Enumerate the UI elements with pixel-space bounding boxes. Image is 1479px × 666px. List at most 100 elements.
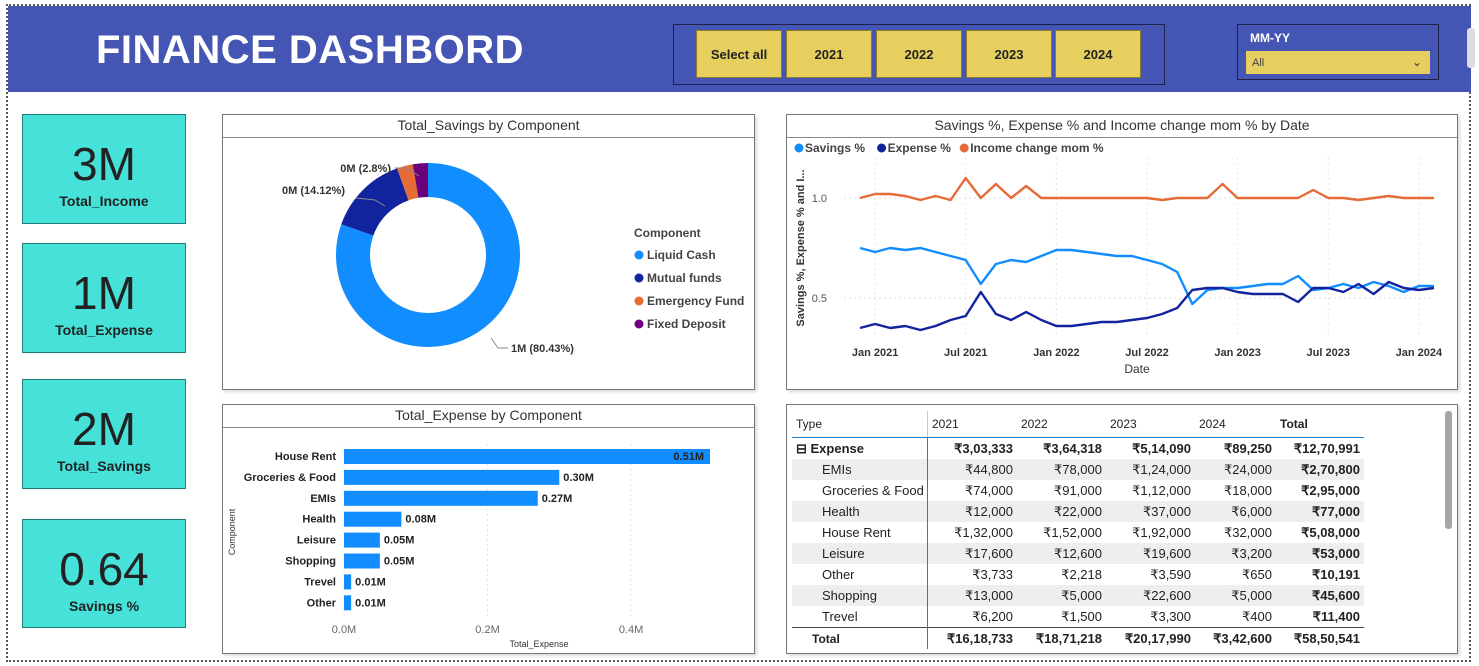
bar-category-label: Health	[302, 514, 336, 526]
matrix-cell: ₹400	[1195, 606, 1276, 628]
bar-category-label: Groceries & Food	[244, 472, 336, 484]
bar-house-rent	[344, 449, 710, 464]
matrix-cell: ₹3,64,318	[1043, 440, 1102, 456]
legend-title: Component	[634, 226, 701, 240]
bar-other	[344, 595, 352, 611]
expense-matrix: Type 2021 2022 2023 2024 Total ⊟ Expense ₹3,03,…	[792, 411, 1364, 649]
table-row[interactable]: Trevel ₹6,200 ₹1,500 ₹3,300 ₹400 ₹11,400	[792, 606, 1364, 628]
x-tick-label: Jan 2021	[852, 347, 898, 359]
kpi-label: Total_Income	[59, 193, 149, 209]
kpi-label: Total_Expense	[55, 322, 153, 338]
matrix-cell: ₹91,000	[1017, 480, 1106, 501]
bar-data-label: 0.01M	[355, 597, 386, 609]
bar-data-label: 0.01M	[355, 576, 386, 588]
matrix-header-row[interactable]: Type 2021 2022 2023 2024 Total	[792, 411, 1364, 438]
table-row[interactable]: EMIs ₹44,800 ₹78,000 ₹1,24,000 ₹24,000 ₹2,70,…	[792, 459, 1364, 480]
dashboard-title: FINANCE DASHBORD	[96, 28, 524, 72]
line-chart: Savings % Expense % Income change mom % 1.0…	[794, 141, 1443, 376]
donut-data-label-liquid: 1M (80.43%)	[511, 343, 574, 355]
donut-data-label-mutual: 0M (14.12%)	[282, 185, 345, 197]
matrix-cell: ₹53,000	[1276, 543, 1364, 564]
kpi-card-savings-percent: 0.64 Savings %	[22, 519, 186, 628]
matrix-group-row[interactable]: ⊟ Expense ₹3,03,333 ₹3,64,318 ₹5,14,090 ₹89,…	[792, 437, 1364, 459]
table-row[interactable]: Leisure ₹17,600 ₹12,600 ₹19,600 ₹3,200 ₹53,00…	[792, 543, 1364, 564]
x-tick-label: Jan 2023	[1214, 347, 1260, 359]
matrix-cell: ₹17,600	[927, 543, 1017, 564]
matrix-row-label: Shopping	[792, 585, 928, 606]
x-tick-label: Jan 2022	[1033, 347, 1079, 359]
matrix-row-label: Groceries & Food	[792, 480, 928, 501]
matrix-cell: ₹20,17,990	[1106, 627, 1195, 649]
year-button-select-all[interactable]: Select all	[696, 30, 782, 78]
matrix-cell: ₹12,70,991	[1293, 440, 1360, 456]
matrix-header-cell: Total	[1276, 411, 1364, 438]
legend-item: Savings %	[805, 141, 865, 155]
matrix-cell: ₹24,000	[1195, 459, 1276, 480]
table-row[interactable]: House Rent ₹1,32,000 ₹1,52,000 ₹1,92,000 ₹32…	[792, 522, 1364, 543]
matrix-cell: ₹5,000	[1195, 585, 1276, 606]
matrix-cell: ₹1,500	[1017, 606, 1106, 628]
scrollbar[interactable]	[1467, 28, 1475, 68]
x-tick-label: Jul 2023	[1307, 347, 1350, 359]
matrix-cell: ₹45,600	[1276, 585, 1364, 606]
year-button-2023[interactable]: 2023	[966, 30, 1052, 78]
mmyy-slicer: MM-YY All ⌄	[1237, 24, 1439, 80]
bar-chart: 0.0M 0.2M 0.4M House Rent 0.51M Groceries & F…	[227, 444, 710, 649]
kpi-value: 0.64	[59, 543, 149, 595]
matrix-cell: ₹77,000	[1276, 501, 1364, 522]
matrix-cell: ₹3,733	[927, 564, 1017, 585]
x-tick-label: Jul 2021	[944, 347, 987, 359]
bar-health	[344, 511, 402, 527]
matrix-scrollbar[interactable]	[1445, 411, 1452, 529]
year-button-2022[interactable]: 2022	[876, 30, 962, 78]
panel-title: Savings %, Expense % and Income change m…	[787, 115, 1457, 138]
matrix-cell: ₹1,52,000	[1017, 522, 1106, 543]
matrix-total-row[interactable]: Total ₹16,18,733 ₹18,71,218 ₹20,17,990 ₹3,42…	[792, 627, 1364, 649]
matrix-cell: ₹650	[1195, 564, 1276, 585]
table-row[interactable]: Shopping ₹13,000 ₹5,000 ₹22,600 ₹5,000 ₹45,60…	[792, 585, 1364, 606]
legend-item: Liquid Cash	[647, 248, 716, 262]
x-tick-label: 0.2M	[475, 624, 499, 636]
kpi-value: 1M	[72, 267, 136, 319]
table-row[interactable]: Other ₹3,733 ₹2,218 ₹3,590 ₹650 ₹10,191	[792, 564, 1364, 585]
expense-matrix-panel: Type 2021 2022 2023 2024 Total ⊟ Expense ₹3,03,…	[786, 404, 1458, 654]
legend-marker	[634, 273, 644, 283]
matrix-group-label: ⊟ Expense	[792, 437, 928, 459]
bar-data-label: 0.27M	[542, 493, 573, 505]
matrix-cell: ₹10,191	[1276, 564, 1364, 585]
matrix-cell: ₹2,95,000	[1276, 480, 1364, 501]
legend-marker	[634, 319, 644, 329]
matrix-cell: ₹3,200	[1195, 543, 1276, 564]
year-button-2021[interactable]: 2021	[786, 30, 872, 78]
matrix-header-cell: 2024	[1195, 411, 1276, 438]
matrix-cell: ₹16,18,733	[927, 627, 1017, 649]
matrix-cell: ₹12,000	[927, 501, 1017, 522]
legend-item: Income change mom %	[970, 141, 1104, 155]
matrix-cell: ₹37,000	[1106, 501, 1195, 522]
bar-shopping	[344, 553, 380, 569]
matrix-cell: ₹78,000	[1017, 459, 1106, 480]
matrix-cell: ₹5,000	[1017, 585, 1106, 606]
legend-item: Mutual funds	[647, 271, 722, 285]
y-axis-title: Savings %, Expense % and I...	[795, 169, 807, 326]
x-tick-label: Jul 2022	[1125, 347, 1168, 359]
x-tick-label: 0.0M	[332, 624, 356, 636]
year-button-2024[interactable]: 2024	[1055, 30, 1141, 78]
matrix-cell: ₹18,71,218	[1017, 627, 1106, 649]
matrix-row-label: House Rent	[792, 522, 928, 543]
matrix-cell: ₹3,42,600	[1195, 627, 1276, 649]
bar-data-label: 0.08M	[405, 514, 436, 526]
table-row[interactable]: Health ₹12,000 ₹22,000 ₹37,000 ₹6,000 ₹77,000	[792, 501, 1364, 522]
matrix-cell: ₹1,12,000	[1106, 480, 1195, 501]
matrix-header-cell: 2022	[1017, 411, 1106, 438]
mmyy-dropdown[interactable]: All ⌄	[1246, 51, 1430, 74]
bar-emis	[344, 490, 538, 506]
leader-line	[490, 337, 508, 349]
kpi-card-total-income: 3M Total_Income	[22, 114, 186, 224]
legend-item: Fixed Deposit	[647, 317, 726, 331]
x-axis-title: Date	[1124, 362, 1150, 376]
matrix-header-cell: Type	[792, 411, 928, 438]
legend-marker	[877, 143, 887, 153]
mmyy-label: MM-YY	[1250, 31, 1290, 45]
table-row[interactable]: Groceries & Food ₹74,000 ₹91,000 ₹1,12,000 ₹…	[792, 480, 1364, 501]
